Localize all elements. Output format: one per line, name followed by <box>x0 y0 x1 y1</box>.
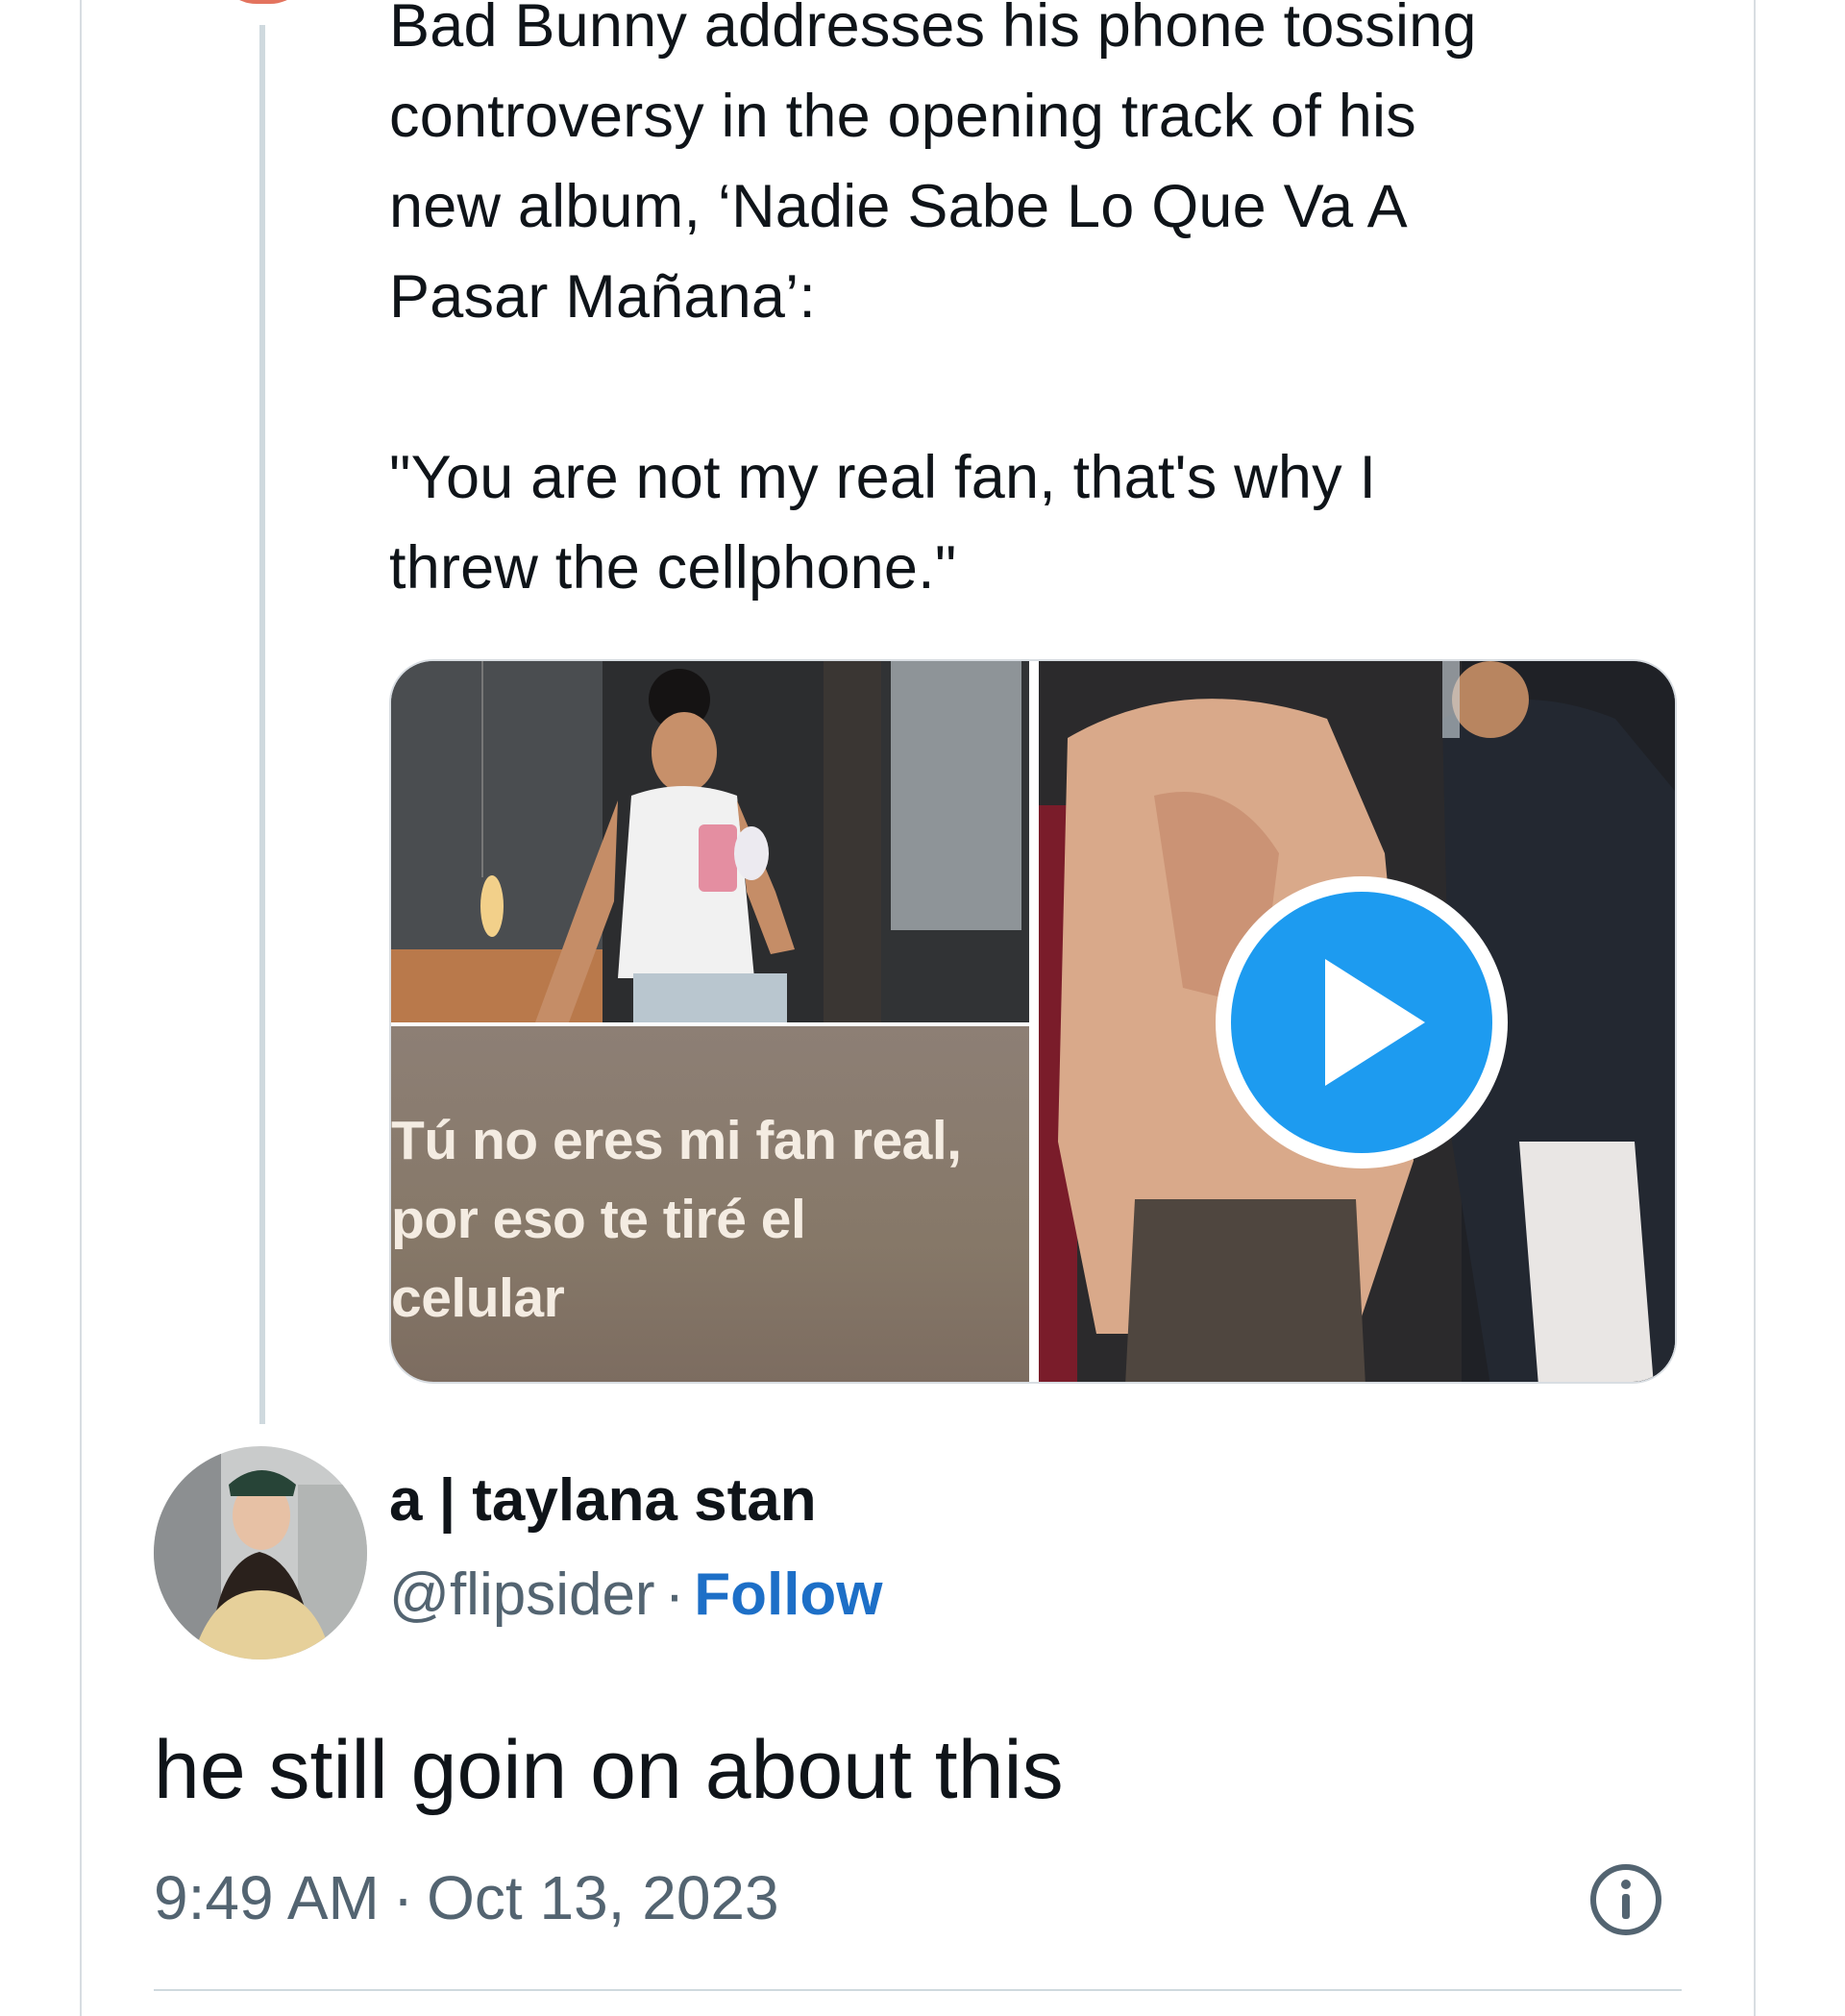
quote-line: threw the cellphone." <box>389 534 957 602</box>
handle-row: @flipsider · Follow <box>389 1557 883 1634</box>
separator-dot: · <box>664 1561 685 1628</box>
lyrics-caption-panel: Tú no eres mi fan real, por eso te tiré … <box>391 1026 1029 1382</box>
media-video-right[interactable] <box>1039 661 1675 1382</box>
tweet-timestamp[interactable]: 9:49 AM · Oct 13, 2023 <box>154 1859 779 1936</box>
play-icon[interactable] <box>1212 873 1512 1172</box>
quoted-text-line: controversy in the opening track of his <box>389 83 1416 150</box>
caption-line: por eso te tiré el <box>391 1189 806 1250</box>
bottom-divider <box>154 1989 1682 1991</box>
author-display-name[interactable]: a | taylana stan <box>389 1463 817 1539</box>
avatar[interactable] <box>154 1446 367 1660</box>
quote-line: "You are not my real fan, that's why I <box>389 444 1377 511</box>
info-icon[interactable] <box>1587 1861 1664 1938</box>
caption-line: Tú no eres mi fan real, <box>391 1110 962 1171</box>
separator-dot: · <box>392 1863 414 1932</box>
tweet-time: 9:49 AM <box>154 1863 380 1932</box>
avatar-image <box>154 1446 367 1660</box>
follow-button[interactable]: Follow <box>694 1561 882 1628</box>
caption-line: celular <box>391 1267 565 1329</box>
lyrics-caption-text: Tú no eres mi fan real, por eso te tiré … <box>391 1101 1025 1338</box>
quoted-text-line: Pasar Mañana’: <box>389 263 817 331</box>
media-grid[interactable]: Tú no eres mi fan real, por eso te tiré … <box>389 659 1677 1384</box>
quoted-text-line: Bad Bunny addresses his phone tossing <box>389 0 1477 60</box>
mirror-selfie-photo <box>391 661 1029 1022</box>
thread-connector-line <box>259 25 265 1424</box>
quoted-tweet-text: Bad Bunny addresses his phone tossing co… <box>389 0 1658 613</box>
author-handle[interactable]: @flipsider <box>389 1561 655 1628</box>
tweet-date: Oct 13, 2023 <box>427 1863 779 1932</box>
tweet-text: he still goin on about this <box>154 1724 1064 1816</box>
media-image-left[interactable]: Tú no eres mi fan real, por eso te tiré … <box>391 661 1029 1382</box>
quoted-text-line: new album, ‘Nadie Sabe Lo Que Va A <box>389 173 1408 240</box>
